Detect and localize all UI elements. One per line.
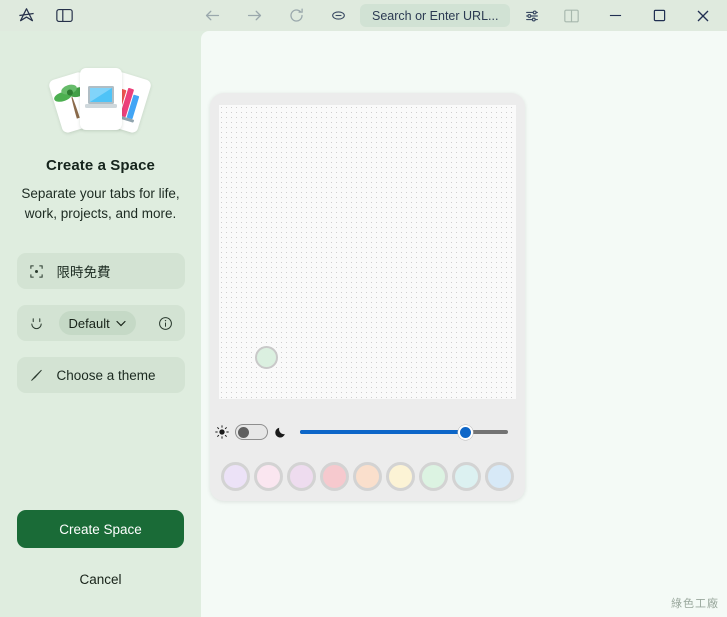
color-swatch[interactable]: [254, 461, 283, 491]
arc-logo-icon[interactable]: [12, 4, 40, 28]
toggle-knob: [238, 427, 249, 438]
emoji-placeholder-icon[interactable]: [29, 264, 51, 279]
main-content: 綠色工廠: [201, 31, 727, 617]
tune-sliders-icon[interactable]: [518, 4, 546, 28]
selected-color-handle[interactable]: [255, 346, 278, 369]
theme-canvas[interactable]: [219, 105, 516, 399]
profile-face-icon: [29, 316, 51, 331]
paintbrush-icon: [29, 368, 51, 383]
profile-dropdown-label: Default: [68, 315, 110, 331]
shield-icon[interactable]: [324, 4, 352, 28]
moon-icon: [274, 425, 288, 439]
space-settings-rows: 限時免費 Default Choose a theme: [16, 253, 185, 409]
sidebar-toggle-icon[interactable]: [50, 4, 78, 28]
color-swatch[interactable]: [287, 461, 316, 491]
back-icon[interactable]: [198, 4, 226, 28]
profile-row: Default: [16, 305, 185, 342]
close-button[interactable]: [681, 0, 725, 31]
create-space-button[interactable]: Create Space: [17, 510, 184, 548]
minimize-button[interactable]: [593, 0, 637, 31]
forward-icon[interactable]: [240, 4, 268, 28]
color-swatch[interactable]: [353, 461, 382, 491]
spaces-illustration: [47, 63, 152, 135]
profile-dropdown[interactable]: Default: [58, 311, 136, 336]
choose-theme-row[interactable]: Choose a theme: [16, 357, 185, 394]
color-swatch[interactable]: [485, 461, 514, 491]
cancel-button[interactable]: Cancel: [17, 566, 184, 592]
title-bar: Search or Enter URL...: [0, 0, 727, 31]
page-title: Create a Space: [46, 157, 155, 174]
choose-theme-label: Choose a theme: [56, 367, 156, 383]
info-circle-icon[interactable]: [158, 316, 173, 331]
color-swatch[interactable]: [221, 461, 250, 491]
color-swatch[interactable]: [419, 461, 448, 491]
address-bar-text: Search or Enter URL...: [372, 8, 499, 23]
sun-icon: [215, 425, 229, 439]
color-swatch[interactable]: [320, 461, 349, 491]
color-swatch[interactable]: [386, 461, 415, 491]
space-name-row[interactable]: 限時免費: [16, 253, 185, 290]
color-swatch-row: [215, 457, 520, 495]
slider-fill: [300, 430, 467, 434]
split-view-icon[interactable]: [549, 0, 593, 31]
page-subtitle: Separate your tabs for life, work, proje…: [21, 186, 180, 221]
theme-picker-panel: [210, 93, 525, 501]
intensity-slider[interactable]: [300, 424, 508, 440]
space-name-value: 限時免費: [56, 265, 111, 281]
address-bar[interactable]: Search or Enter URL...: [360, 4, 511, 27]
navigation-controls: [198, 4, 310, 28]
reload-icon[interactable]: [282, 4, 310, 28]
color-swatch[interactable]: [452, 461, 481, 491]
laptop-card-icon: [79, 68, 122, 130]
light-dark-toggle[interactable]: [235, 424, 268, 440]
slider-thumb[interactable]: [458, 425, 474, 440]
mode-and-intensity-controls: [215, 419, 520, 445]
maximize-button[interactable]: [637, 0, 681, 31]
watermark: 綠色工廠: [671, 597, 719, 610]
chevron-down-icon: [116, 320, 126, 327]
create-space-sidebar: Create a Space Separate your tabs for li…: [0, 31, 201, 617]
